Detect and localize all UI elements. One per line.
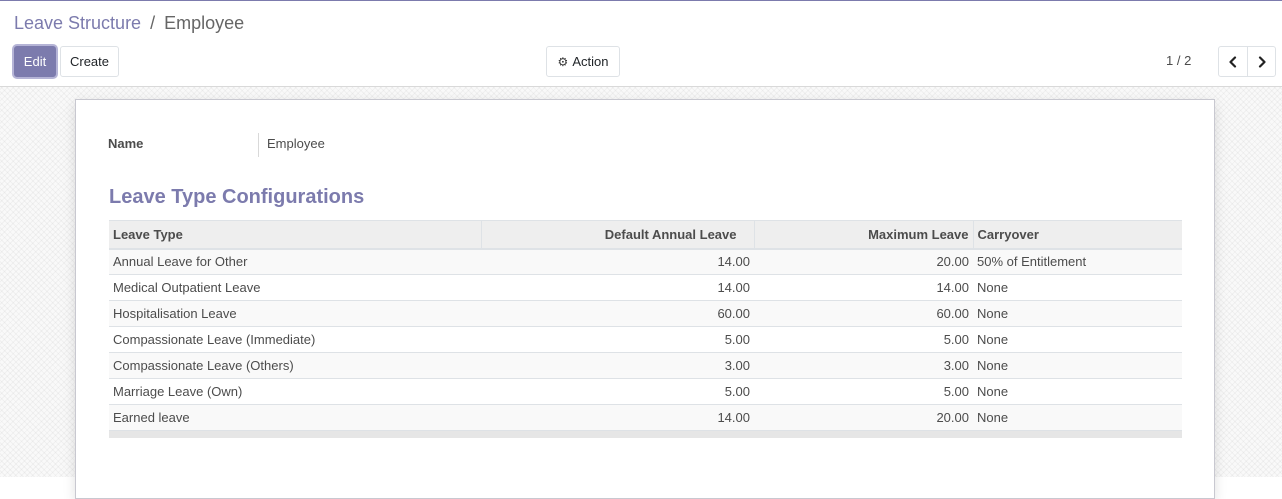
cell-maximum-leave: 20.00 (754, 248, 973, 275)
cell-leave-type: Earned leave (109, 404, 481, 431)
cell-maximum-leave: 5.00 (754, 378, 973, 405)
cell-default-annual-leave: 5.00 (481, 378, 754, 405)
cell-carryover: None (973, 352, 1182, 379)
control-panel: Leave Structure / Employee Edit Create ⚙… (0, 1, 1282, 87)
cell-leave-type: Hospitalisation Leave (109, 300, 481, 327)
cell-default-annual-leave: 60.00 (481, 300, 754, 327)
name-field-divider (258, 133, 259, 157)
pager-value[interactable]: 1 / 2 (1166, 53, 1191, 68)
table-row[interactable]: Medical Outpatient Leave 14.00 14.00 Non… (109, 274, 1182, 301)
cell-carryover: None (973, 300, 1182, 327)
edit-button[interactable]: Edit (14, 46, 56, 77)
cell-leave-type: Compassionate Leave (Immediate) (109, 326, 481, 353)
table-row[interactable]: Marriage Leave (Own) 5.00 5.00 None (109, 378, 1182, 405)
action-label: Action (572, 54, 609, 69)
cell-maximum-leave: 5.00 (754, 326, 973, 353)
pager-previous-button[interactable] (1218, 46, 1248, 77)
leave-type-table: Leave Type Default Annual Leave Maximum … (109, 220, 1182, 438)
breadcrumb: Leave Structure / Employee (14, 13, 244, 34)
table-header-row: Leave Type Default Annual Leave Maximum … (109, 220, 1182, 250)
cell-carryover: 50% of Entitlement (973, 248, 1182, 275)
chevron-right-icon (1258, 55, 1266, 68)
form-sheet: Name Employee Leave Type Configurations … (75, 99, 1215, 499)
cell-maximum-leave: 60.00 (754, 300, 973, 327)
chevron-left-icon (1229, 55, 1237, 68)
cell-default-annual-leave: 5.00 (481, 326, 754, 353)
breadcrumb-current: Employee (164, 13, 245, 33)
column-header-carryover[interactable]: Carryover (972, 220, 1182, 250)
cell-maximum-leave: 3.00 (754, 352, 973, 379)
table-row[interactable]: Earned leave 14.00 20.00 None (109, 404, 1182, 431)
table-row[interactable]: Compassionate Leave (Immediate) 5.00 5.0… (109, 326, 1182, 353)
form-content-area: Name Employee Leave Type Configurations … (0, 87, 1282, 499)
table-row[interactable]: Annual Leave for Other 14.00 20.00 50% o… (109, 248, 1182, 275)
breadcrumb-parent-link[interactable]: Leave Structure (14, 13, 141, 33)
cell-default-annual-leave: 14.00 (481, 248, 754, 275)
cell-carryover: None (973, 274, 1182, 301)
column-header-default-annual-leave[interactable]: Default Annual Leave (480, 220, 754, 250)
cell-maximum-leave: 20.00 (754, 404, 973, 431)
column-header-leave-type[interactable]: Leave Type (109, 220, 481, 250)
cell-default-annual-leave: 3.00 (481, 352, 754, 379)
gear-icon: ⚙ (557, 54, 569, 69)
cell-leave-type: Annual Leave for Other (109, 248, 481, 275)
table-row[interactable]: Hospitalisation Leave 60.00 60.00 None (109, 300, 1182, 327)
cell-default-annual-leave: 14.00 (481, 274, 754, 301)
cell-carryover: None (973, 326, 1182, 353)
name-field-label: Name (108, 136, 144, 151)
table-footer-row (109, 430, 1182, 438)
column-header-maximum-leave[interactable]: Maximum Leave (753, 220, 973, 250)
cell-leave-type: Compassionate Leave (Others) (109, 352, 481, 379)
table-row[interactable]: Compassionate Leave (Others) 3.00 3.00 N… (109, 352, 1182, 379)
name-field-value: Employee (267, 136, 325, 151)
cell-maximum-leave: 14.00 (754, 274, 973, 301)
breadcrumb-separator: / (150, 13, 156, 33)
cell-leave-type: Medical Outpatient Leave (109, 274, 481, 301)
pager-next-button[interactable] (1247, 46, 1276, 77)
cell-leave-type: Marriage Leave (Own) (109, 378, 481, 405)
cell-carryover: None (973, 378, 1182, 405)
section-title: Leave Type Configurations (109, 186, 365, 208)
action-button[interactable]: ⚙ Action (546, 46, 620, 77)
cell-carryover: None (973, 404, 1182, 431)
create-button[interactable]: Create (60, 46, 119, 77)
cell-default-annual-leave: 14.00 (481, 404, 754, 431)
